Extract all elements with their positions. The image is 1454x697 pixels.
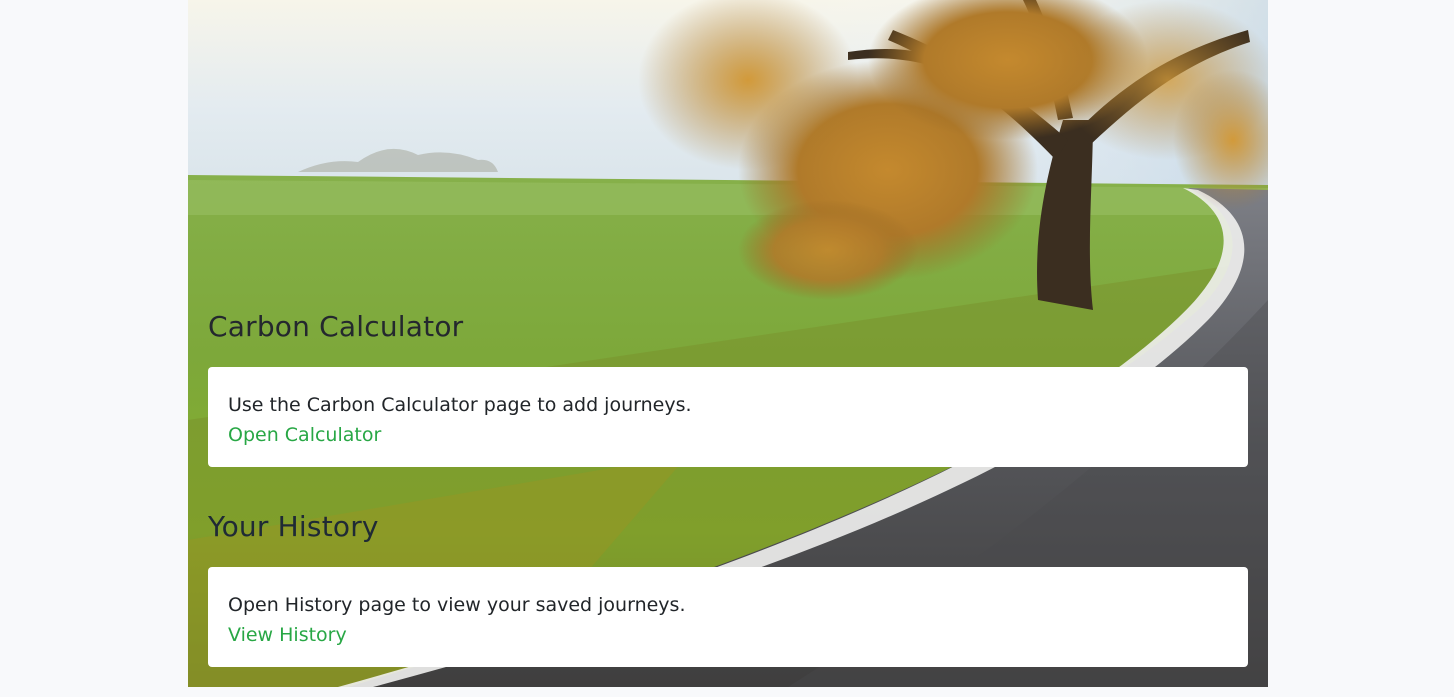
calculator-card-description: Use the Carbon Calculator page to add jo… [228,394,692,416]
calculator-card: Use the Carbon Calculator page to add jo… [208,367,1248,467]
view-history-link[interactable]: View History [228,620,347,650]
history-card: Open History page to view your saved jou… [208,567,1248,667]
your-history-heading: Your History [208,510,379,543]
history-card-description: Open History page to view your saved jou… [228,594,686,616]
page: Carbon Calculator Use the Carbon Calcula… [0,0,1454,697]
carbon-calculator-heading: Carbon Calculator [208,310,464,343]
hero-background-panel: Carbon Calculator Use the Carbon Calcula… [188,0,1268,687]
open-calculator-link[interactable]: Open Calculator [228,420,381,450]
